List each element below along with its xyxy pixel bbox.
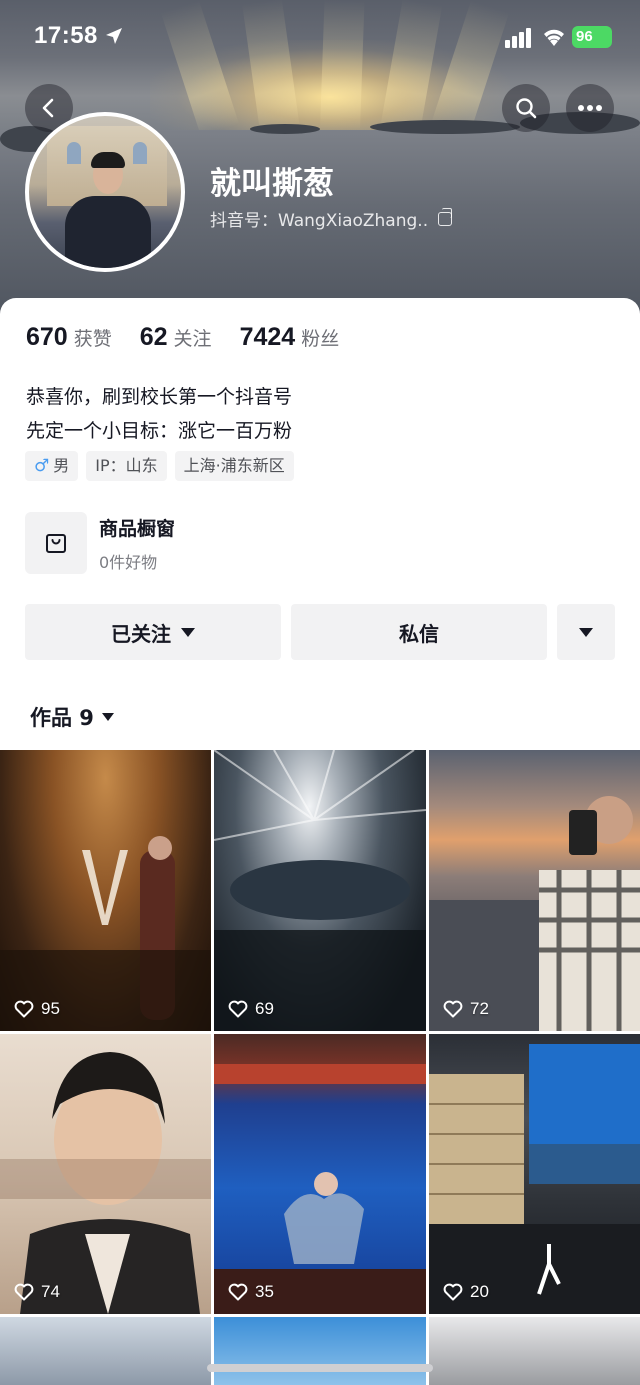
island <box>250 124 320 134</box>
island <box>370 120 520 134</box>
bio-line: 恭喜你，刷到校长第一个抖音号 <box>26 386 293 408</box>
stat-followers-count: 7424 <box>239 323 296 351</box>
profile-bio: 恭喜你，刷到校长第一个抖音号 先定一个小目标：涨它一百万粉 <box>26 380 292 448</box>
caret-down-icon <box>181 627 195 637</box>
thumbnail-art <box>0 1052 211 1314</box>
stat-likes-label: 获赞 <box>73 328 112 350</box>
wifi-icon <box>544 29 564 46</box>
heart-icon <box>14 1000 34 1018</box>
home-indicator[interactable] <box>207 1364 433 1372</box>
battery-level: 96 <box>576 28 593 45</box>
stat-likes-count: 670 <box>26 323 68 351</box>
stat-followers[interactable]: 7424 粉丝 <box>240 323 340 352</box>
male-icon: ♂ <box>34 456 50 476</box>
video-thumbnail[interactable] <box>429 1317 640 1385</box>
avatar-person-hair <box>91 152 125 168</box>
video-thumbnail[interactable] <box>0 1317 211 1385</box>
douyin-id-text: 抖音号：WangXiaoZhang.. <box>210 211 429 231</box>
like-count: 95 <box>14 999 60 1019</box>
like-count: 72 <box>443 999 489 1019</box>
like-count-value: 20 <box>470 1282 489 1301</box>
shop-window-entry[interactable]: 商品橱窗 0件好物 <box>25 512 175 574</box>
heart-icon <box>443 1283 463 1301</box>
video-thumbnail[interactable]: 95 <box>0 750 211 1031</box>
status-time: 17:58 <box>34 22 98 49</box>
heart-icon <box>228 1283 248 1301</box>
cellular-signal-icon <box>505 28 533 48</box>
followed-label: 已关注 <box>111 621 171 646</box>
stat-following[interactable]: 62 关注 <box>140 323 212 352</box>
heart-icon <box>228 1000 248 1018</box>
video-thumbnail[interactable]: 72 <box>429 750 640 1031</box>
followed-button[interactable]: 已关注 <box>25 604 281 660</box>
chevron-left-icon <box>42 98 54 118</box>
recommend-dropdown-button[interactable] <box>557 604 615 660</box>
like-count-value: 69 <box>255 999 274 1018</box>
video-thumbnail[interactable]: 20 <box>429 1034 640 1314</box>
profile-tags: ♂ 男 IP：山东 上海·浦东新区 <box>25 451 294 481</box>
message-button[interactable]: 私信 <box>291 604 547 660</box>
caret-down-icon <box>101 713 114 721</box>
gender-text: 男 <box>53 456 70 475</box>
gender-tag: ♂ 男 <box>25 451 79 481</box>
profile-nickname: 就叫撕葱 <box>210 166 334 202</box>
heart-icon <box>14 1283 34 1301</box>
stat-followers-label: 粉丝 <box>301 328 340 350</box>
like-count-value: 35 <box>255 1282 274 1301</box>
more-dots-icon <box>578 105 602 111</box>
location-text: 上海·浦东新区 <box>183 456 285 475</box>
like-count-value: 74 <box>41 1282 60 1301</box>
thumbnail-art <box>214 750 426 1031</box>
search-icon <box>516 98 537 119</box>
like-count-value: 72 <box>470 999 489 1018</box>
like-count-value: 95 <box>41 999 60 1018</box>
like-count: 35 <box>228 1282 274 1302</box>
shopping-bag-icon <box>46 534 66 553</box>
like-count: 69 <box>228 999 274 1019</box>
more-options-button[interactable] <box>566 84 614 132</box>
video-thumbnail[interactable]: 35 <box>214 1034 426 1314</box>
heart-icon <box>443 1000 463 1018</box>
location-tag: 上海·浦东新区 <box>174 451 294 481</box>
video-thumbnail[interactable] <box>214 1317 426 1385</box>
ip-text: IP：山东 <box>95 456 158 475</box>
copy-icon[interactable] <box>438 207 453 226</box>
thumbnail-art <box>214 1064 426 1314</box>
stat-likes[interactable]: 670 获赞 <box>26 323 112 352</box>
avatar-person-body <box>65 196 151 268</box>
avatar-window <box>67 142 81 164</box>
video-thumbnail[interactable]: 74 <box>0 1034 211 1314</box>
avatar-window <box>133 142 147 164</box>
thumbnail-art <box>429 1044 640 1314</box>
works-tab[interactable]: 作品 9 <box>30 702 114 732</box>
location-arrow-icon <box>106 28 122 44</box>
stat-following-count: 62 <box>139 323 168 351</box>
stat-following-label: 关注 <box>173 328 212 350</box>
search-button[interactable] <box>502 84 550 132</box>
like-count: 20 <box>443 1282 489 1302</box>
like-count: 74 <box>14 1282 60 1302</box>
shop-icon-box <box>25 512 87 574</box>
caret-down-icon <box>579 627 593 637</box>
video-thumbnail[interactable]: 69 <box>214 750 426 1031</box>
douyin-id-row[interactable]: 抖音号：WangXiaoZhang.. <box>210 206 453 231</box>
action-buttons: 已关注 私信 <box>25 604 615 660</box>
thumbnail-art <box>429 796 640 1031</box>
message-label: 私信 <box>399 621 439 646</box>
status-bar: 17:58 96 <box>0 0 640 74</box>
stats-row: 670 获赞 62 关注 7424 粉丝 <box>26 323 367 352</box>
shop-title: 商品橱窗 <box>99 517 176 540</box>
works-tab-label: 作品 9 <box>30 706 94 730</box>
shop-subtitle: 0件好物 <box>99 552 158 572</box>
avatar[interactable] <box>25 112 185 272</box>
thumbnail-art <box>0 836 211 1031</box>
ip-tag: IP：山东 <box>86 451 167 481</box>
battery-indicator: 96 <box>572 26 612 48</box>
bio-line: 先定一个小目标：涨它一百万粉 <box>26 420 293 442</box>
